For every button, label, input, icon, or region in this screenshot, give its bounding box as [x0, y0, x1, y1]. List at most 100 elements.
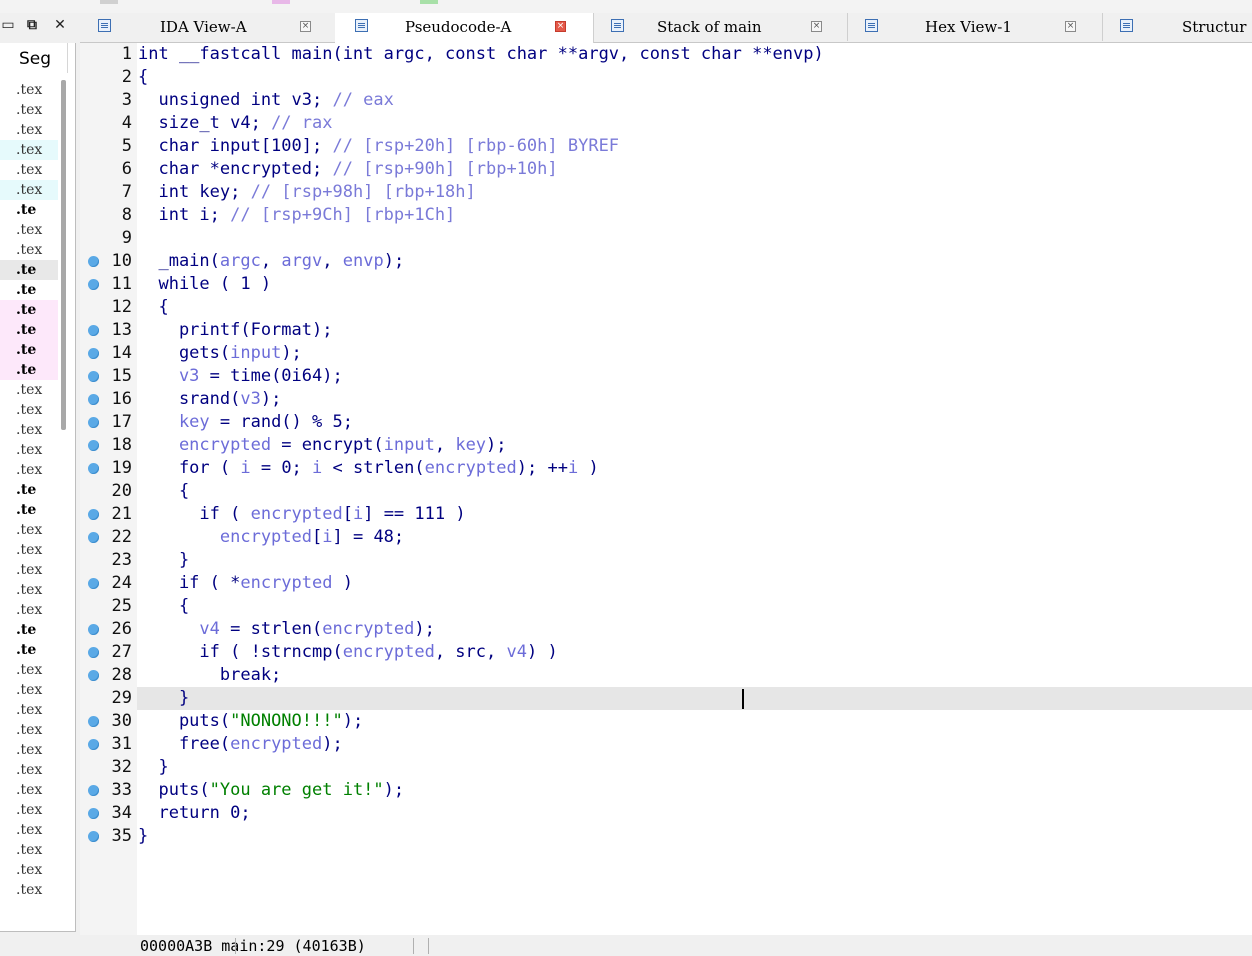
segment-row[interactable]: .tex — [0, 760, 58, 780]
segment-row[interactable]: .tex — [0, 580, 58, 600]
segment-row[interactable]: .tex — [0, 520, 58, 540]
code-line[interactable]: 24 if ( *encrypted ) — [80, 572, 1252, 595]
code-line[interactable]: 11 while ( 1 ) — [80, 273, 1252, 296]
code-line[interactable]: 19 for ( i = 0; i < strlen(encrypted); +… — [80, 457, 1252, 480]
tab-stack-of-main[interactable]: Stack of main × — [593, 13, 848, 41]
segment-row[interactable]: .te — [0, 640, 58, 660]
segment-row[interactable]: .tex — [0, 600, 58, 620]
code-token: envp — [342, 251, 384, 271]
segment-row[interactable]: .tex — [0, 220, 58, 240]
code-token: // [rsp+98h] [rbp+18h] — [250, 182, 476, 202]
tab-ida-view-a[interactable]: IDA View-A × — [80, 13, 336, 41]
code-line[interactable]: 12 { — [80, 296, 1252, 319]
code-line[interactable]: 27 if ( !strncmp(encrypted, src, v4) ) — [80, 641, 1252, 664]
tab-close-icon[interactable]: × — [300, 21, 311, 32]
code-line[interactable]: 7 int key; // [rsp+98h] [rbp+18h] — [80, 181, 1252, 204]
code-line[interactable]: 33 puts("You are get it!"); — [80, 779, 1252, 802]
segment-row[interactable]: .te — [0, 620, 58, 640]
tab-structur[interactable]: Structur — [1102, 13, 1252, 41]
code-line[interactable]: 21 if ( encrypted[i] == 111 ) — [80, 503, 1252, 526]
segment-row[interactable]: .tex — [0, 820, 58, 840]
code-text: { — [138, 296, 168, 319]
code-line[interactable]: 10 _main(argc, argv, envp); — [80, 250, 1252, 273]
pseudocode-editor[interactable]: 1 int __fastcall main(int argc, const cha… — [80, 43, 1252, 935]
segment-row[interactable]: .tex — [0, 160, 58, 180]
code-line[interactable]: 26 v4 = strlen(encrypted); — [80, 618, 1252, 641]
code-line[interactable]: 3 unsigned int v3; // eax — [80, 89, 1252, 112]
code-line[interactable]: 31 free(encrypted); — [80, 733, 1252, 756]
segment-row[interactable]: .te — [0, 300, 58, 320]
code-line[interactable]: 13 printf(Format); — [80, 319, 1252, 342]
code-token: int __fastcall main(int argc, const char… — [138, 44, 824, 64]
code-line[interactable]: 16 srand(v3); — [80, 388, 1252, 411]
code-line[interactable]: 30 puts("NONONO!!!"); — [80, 710, 1252, 733]
segment-row[interactable]: .tex — [0, 440, 58, 460]
code-line[interactable]: 2{ — [80, 66, 1252, 89]
segment-row[interactable]: .te — [0, 260, 58, 280]
segment-row[interactable]: .tex — [0, 380, 58, 400]
segment-row[interactable]: .te — [0, 340, 58, 360]
code-line[interactable]: 17 key = rand() % 5; — [80, 411, 1252, 434]
code-line[interactable]: 23 } — [80, 549, 1252, 572]
segment-row[interactable]: .te — [0, 200, 58, 220]
restore-icon[interactable]: ⧉ — [24, 17, 40, 33]
code-line[interactable]: 6 char *encrypted; // [rsp+90h] [rbp+10h… — [80, 158, 1252, 181]
segment-row[interactable]: .te — [0, 320, 58, 340]
code-line[interactable]: 32 } — [80, 756, 1252, 779]
segment-row[interactable]: .tex — [0, 840, 58, 860]
code-line[interactable]: 4 size_t v4; // rax — [80, 112, 1252, 135]
segment-row[interactable]: .tex — [0, 660, 58, 680]
code-line[interactable]: 29 } — [80, 687, 1252, 710]
segment-row[interactable]: .tex — [0, 680, 58, 700]
code-line[interactable]: 15 v3 = time(0i64); — [80, 365, 1252, 388]
tab-close-icon[interactable]: × — [555, 21, 566, 32]
segment-row[interactable]: .tex — [0, 880, 58, 900]
pin-icon[interactable]: ▭ — [0, 17, 16, 33]
segments-scrollbar[interactable] — [61, 80, 66, 430]
line-number: 8 — [121, 205, 132, 225]
code-line[interactable]: 9 — [80, 227, 1252, 250]
segment-row[interactable]: .te — [0, 480, 58, 500]
code-line[interactable]: 35} — [80, 825, 1252, 848]
code-line[interactable]: 28 break; — [80, 664, 1252, 687]
segment-row[interactable]: .tex — [0, 400, 58, 420]
segment-row[interactable]: .tex — [0, 120, 58, 140]
segment-row[interactable]: .tex — [0, 780, 58, 800]
code-token: // [rsp+20h] [rbp-60h] BYREF — [332, 136, 620, 156]
tab-pseudocode-a[interactable]: Pseudocode-A × — [335, 13, 594, 43]
code-line[interactable]: 18 encrypted = encrypt(input, key); — [80, 434, 1252, 457]
line-number: 26 — [111, 619, 132, 639]
segment-row[interactable]: .tex — [0, 720, 58, 740]
segment-row[interactable]: .tex — [0, 100, 58, 120]
line-number: 30 — [111, 711, 132, 731]
segment-row[interactable]: .te — [0, 360, 58, 380]
tab-hex-view-1[interactable]: Hex View-1 × — [847, 13, 1103, 41]
code-line[interactable]: 22 encrypted[i] = 48; — [80, 526, 1252, 549]
segment-row[interactable]: .tex — [0, 140, 58, 160]
code-line[interactable]: 5 char input[100]; // [rsp+20h] [rbp-60h… — [80, 135, 1252, 158]
tab-close-icon[interactable]: × — [811, 21, 822, 32]
segment-row[interactable]: .tex — [0, 860, 58, 880]
segment-row[interactable]: .tex — [0, 540, 58, 560]
segment-row[interactable]: .tex — [0, 240, 58, 260]
code-line[interactable]: 20 { — [80, 480, 1252, 503]
segment-row[interactable]: .tex — [0, 700, 58, 720]
segment-row[interactable]: .tex — [0, 800, 58, 820]
tab-close-icon[interactable]: × — [1065, 21, 1076, 32]
segment-row[interactable]: .tex — [0, 460, 58, 480]
code-line[interactable]: 25 { — [80, 595, 1252, 618]
segment-row[interactable]: .tex — [0, 740, 58, 760]
code-line[interactable]: 8 int i; // [rsp+9Ch] [rbp+1Ch] — [80, 204, 1252, 227]
code-line[interactable]: 1 int __fastcall main(int argc, const cha… — [80, 43, 1252, 66]
code-line[interactable]: 14 gets(input); — [80, 342, 1252, 365]
code-line[interactable]: 34 return 0; — [80, 802, 1252, 825]
segment-row[interactable]: .te — [0, 280, 58, 300]
segment-row[interactable]: .tex — [0, 420, 58, 440]
segment-row[interactable]: .tex — [0, 560, 58, 580]
close-icon[interactable]: ✕ — [52, 17, 68, 33]
segment-row[interactable]: .te — [0, 500, 58, 520]
segment-row[interactable]: .tex — [0, 180, 58, 200]
segment-row[interactable]: .tex — [0, 80, 58, 100]
code-token: ); — [414, 619, 435, 639]
segments-column-header[interactable]: Seg — [12, 43, 68, 73]
